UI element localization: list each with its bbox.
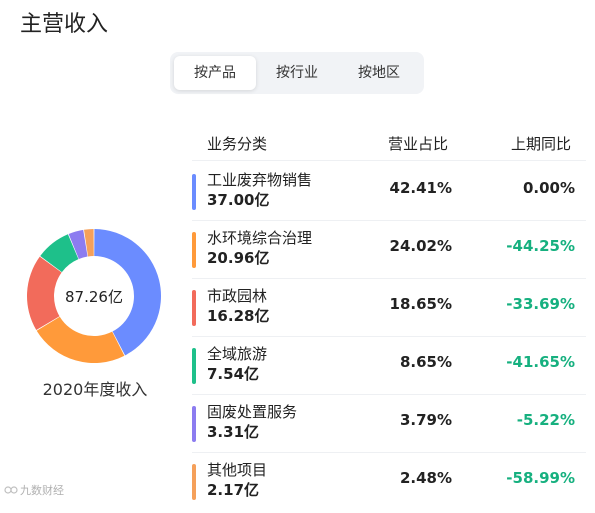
header-share: 营业占比 <box>388 135 449 153</box>
category-color-bar <box>192 464 196 500</box>
tab-by-product[interactable]: 按产品 <box>174 56 256 90</box>
category-name: 工业废弃物销售 <box>207 171 313 189</box>
watermark-text: 九数财经 <box>20 484 64 497</box>
category-yoy-change: 0.00% <box>522 179 575 197</box>
row-divider <box>192 336 586 337</box>
category-share: 42.41% <box>389 179 452 197</box>
category-row[interactable]: 市政园林 16.28亿 18.65% -33.69% <box>192 287 586 339</box>
category-yoy-change: -41.65% <box>506 353 575 371</box>
category-color-bar <box>192 348 196 384</box>
donut-caption: 2020年度收入 <box>42 380 148 399</box>
category-row[interactable]: 工业废弃物销售 37.00亿 42.41% 0.00% <box>192 171 586 223</box>
category-yoy-change: -5.22% <box>516 411 575 429</box>
category-amount: 7.54亿 <box>207 365 260 383</box>
revenue-donut-chart: 87.26亿 <box>27 229 162 363</box>
donut-slice[interactable] <box>36 316 125 363</box>
watermark-logo-icon <box>4 486 18 494</box>
row-divider <box>192 278 586 279</box>
category-amount: 2.17亿 <box>207 481 260 499</box>
category-name: 全域旅游 <box>207 345 268 363</box>
header-category: 业务分类 <box>207 135 268 153</box>
category-name: 固废处置服务 <box>207 403 298 421</box>
header-yoy: 上期同比 <box>511 135 572 153</box>
category-name: 水环境综合治理 <box>207 229 313 247</box>
category-color-bar <box>192 290 196 326</box>
category-amount: 3.31亿 <box>207 423 260 441</box>
donut-center-total: 87.26亿 <box>65 288 123 306</box>
category-amount: 20.96亿 <box>207 249 270 267</box>
category-share: 3.79% <box>399 411 452 429</box>
header-divider <box>192 160 586 161</box>
category-row[interactable]: 固废处置服务 3.31亿 3.79% -5.22% <box>192 403 586 455</box>
tab-by-industry[interactable]: 按行业 <box>256 56 338 90</box>
category-name: 市政园林 <box>207 287 268 305</box>
dimension-tabs: 按产品 按行业 按地区 <box>170 52 424 94</box>
category-row[interactable]: 水环境综合治理 20.96亿 24.02% -44.25% <box>192 229 586 281</box>
category-row[interactable]: 全域旅游 7.54亿 8.65% -41.65% <box>192 345 586 397</box>
category-share: 8.65% <box>399 353 452 371</box>
tab-by-region[interactable]: 按地区 <box>338 56 420 90</box>
row-divider <box>192 452 586 453</box>
category-yoy-change: -44.25% <box>506 237 575 255</box>
category-amount: 37.00亿 <box>207 191 270 209</box>
category-yoy-change: -58.99% <box>506 469 575 487</box>
category-amount: 16.28亿 <box>207 307 270 325</box>
category-color-bar <box>192 406 196 442</box>
category-name: 其他项目 <box>207 461 268 479</box>
category-share: 24.02% <box>389 237 452 255</box>
category-share: 18.65% <box>389 295 452 313</box>
category-share: 2.48% <box>399 469 452 487</box>
category-color-bar <box>192 232 196 268</box>
watermark: 九数财经 <box>4 482 64 498</box>
row-divider <box>192 220 586 221</box>
row-divider <box>192 394 586 395</box>
category-row[interactable]: 其他项目 2.17亿 2.48% -58.99% <box>192 461 586 513</box>
category-yoy-change: -33.69% <box>506 295 575 313</box>
category-color-bar <box>192 174 196 210</box>
page-title: 主营收入 <box>20 12 109 37</box>
